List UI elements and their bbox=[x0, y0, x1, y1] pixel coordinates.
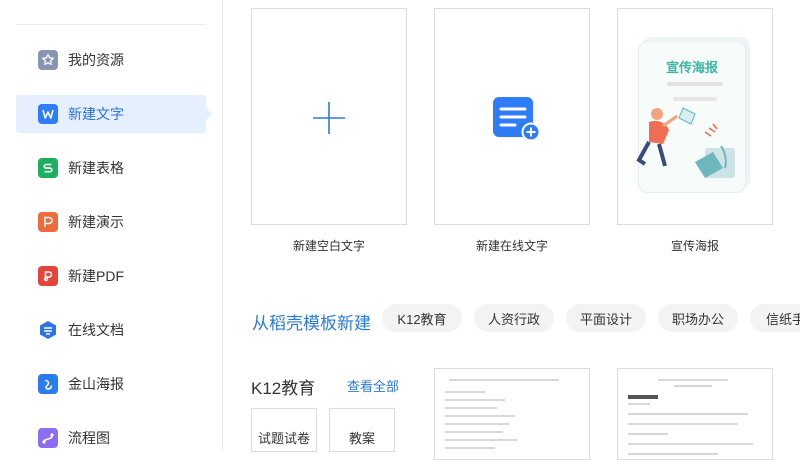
sidebar-divider bbox=[16, 24, 206, 25]
sidebar-item-label: 新建表格 bbox=[68, 160, 124, 176]
sidebar-item-label: 我的资源 bbox=[68, 52, 124, 68]
sidebar-item-flowchart[interactable]: 流程图 bbox=[16, 419, 206, 457]
new-blank-text-card[interactable] bbox=[251, 8, 407, 225]
sidebar-item-label: 在线文档 bbox=[68, 322, 124, 338]
poster-thumbnail: 宣传海报 bbox=[636, 41, 746, 193]
template-thumbnail[interactable] bbox=[434, 368, 590, 460]
lesson-plan-button[interactable]: 教案 bbox=[329, 408, 395, 452]
sidebar-item-label: 金山海报 bbox=[68, 376, 124, 392]
see-all-link[interactable]: 查看全部 bbox=[347, 376, 399, 395]
chip-office[interactable]: 职场办公 bbox=[658, 304, 738, 332]
sidebar-item-label: 流程图 bbox=[68, 430, 110, 446]
sidebar-item-label: 新建PDF bbox=[68, 268, 124, 284]
k12-section-title: K12教育 bbox=[251, 379, 316, 398]
chip-graphic-design[interactable]: 平面设计 bbox=[566, 304, 646, 332]
sidebar: 我的资源 新建文字 新建表格 新建演示 新建PDF 在线文档 金山海报 流程图 bbox=[0, 0, 223, 450]
sidebar-item-online-doc[interactable]: 在线文档 bbox=[16, 311, 206, 349]
card-label: 宣传海报 bbox=[670, 239, 719, 253]
sidebar-item-label: 新建文字 bbox=[68, 106, 124, 122]
online-doc-plus-icon bbox=[491, 96, 541, 147]
online-doc-icon bbox=[38, 320, 58, 340]
flowchart-icon bbox=[38, 428, 58, 448]
template-section-title[interactable]: 从稻壳模板新建 bbox=[252, 309, 371, 334]
sidebar-item-kingsoft-poster[interactable]: 金山海报 bbox=[16, 365, 206, 403]
template-thumbnail[interactable] bbox=[617, 368, 773, 460]
card-label: 新建空白文字 bbox=[292, 239, 365, 253]
new-online-text-card[interactable] bbox=[434, 8, 590, 225]
spreadsheet-icon bbox=[38, 158, 58, 178]
poster-icon bbox=[38, 374, 58, 394]
pdf-icon bbox=[38, 266, 58, 286]
presentation-icon bbox=[38, 212, 58, 232]
exam-papers-button[interactable]: 试题试卷 bbox=[251, 408, 317, 452]
word-doc-icon bbox=[38, 104, 58, 124]
sidebar-item-new-text[interactable]: 新建文字 bbox=[16, 95, 212, 133]
poster-title: 宣传海报 bbox=[665, 60, 718, 75]
promo-poster-card[interactable]: 宣传海报 bbox=[617, 8, 773, 225]
poster-placeholder-line bbox=[667, 82, 723, 86]
card-label: 新建在线文字 bbox=[475, 239, 548, 253]
person-illustration bbox=[636, 107, 735, 178]
plus-icon bbox=[312, 101, 346, 140]
star-icon bbox=[38, 50, 58, 70]
sidebar-item-label: 新建演示 bbox=[68, 214, 124, 230]
chip-k12-education[interactable]: K12教育 bbox=[382, 304, 462, 332]
chip-letter-paper[interactable]: 信纸手 bbox=[750, 304, 800, 332]
sidebar-item-my-resources[interactable]: 我的资源 bbox=[16, 41, 206, 79]
sidebar-item-new-pdf[interactable]: 新建PDF bbox=[16, 257, 206, 295]
sidebar-item-new-presentation[interactable]: 新建演示 bbox=[16, 203, 206, 241]
sidebar-item-new-spreadsheet[interactable]: 新建表格 bbox=[16, 149, 206, 187]
poster-placeholder-line bbox=[673, 97, 717, 101]
chip-hr-admin[interactable]: 人资行政 bbox=[474, 304, 554, 332]
